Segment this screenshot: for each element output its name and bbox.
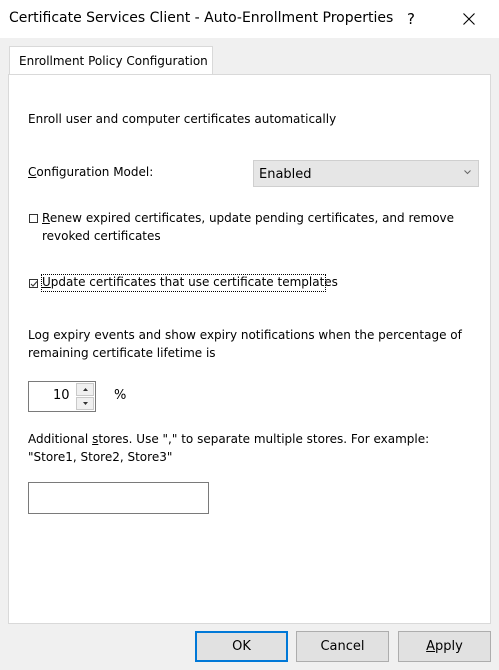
tab-label: Enrollment Policy Configuration <box>19 54 208 68</box>
update-checkbox-label[interactable]: Update certificates that use certificate… <box>42 275 338 289</box>
ok-label: OK <box>232 639 251 654</box>
stores-description: Additional stores. Use "," to separate m… <box>28 432 430 464</box>
update-checkbox[interactable] <box>29 279 38 288</box>
config-model-value: Enabled <box>259 167 312 182</box>
expiry-description: Log expiry events and show expiry notifi… <box>28 328 462 360</box>
renew-checkbox[interactable] <box>29 214 38 223</box>
stepper-up-button[interactable] <box>76 383 94 396</box>
expiry-percentage-value[interactable]: 10 <box>53 388 70 403</box>
chevron-down-icon <box>464 170 471 175</box>
title-bar: Certificate Services Client - Auto-Enrol… <box>0 0 499 38</box>
apply-label: Apply <box>426 639 463 654</box>
close-button[interactable] <box>446 0 492 38</box>
intro-text: Enroll user and computer certificates au… <box>28 112 337 126</box>
close-icon <box>463 13 475 25</box>
additional-stores-input[interactable] <box>28 482 209 514</box>
help-button[interactable]: ? <box>388 0 434 38</box>
expiry-percentage-stepper[interactable]: 10 <box>28 381 96 412</box>
config-model-label: Configuration Model: <box>28 165 154 179</box>
tab-enrollment-policy-configuration[interactable]: Enrollment Policy Configuration <box>9 46 213 75</box>
checkmark-icon <box>30 281 38 287</box>
caret-up-icon <box>82 388 88 391</box>
ok-button[interactable]: OK <box>195 631 288 662</box>
percent-unit: % <box>114 388 127 403</box>
caret-down-icon <box>82 402 88 405</box>
cancel-label: Cancel <box>320 639 365 654</box>
cancel-button[interactable]: Cancel <box>296 631 389 662</box>
stepper-down-button[interactable] <box>76 397 94 410</box>
renew-checkbox-label[interactable]: Renew expired certificates, update pendi… <box>42 209 462 245</box>
config-model-select[interactable]: Enabled <box>253 160 479 187</box>
help-icon: ? <box>407 10 415 28</box>
apply-button[interactable]: Apply <box>398 631 491 662</box>
window-title: Certificate Services Client - Auto-Enrol… <box>9 10 394 26</box>
